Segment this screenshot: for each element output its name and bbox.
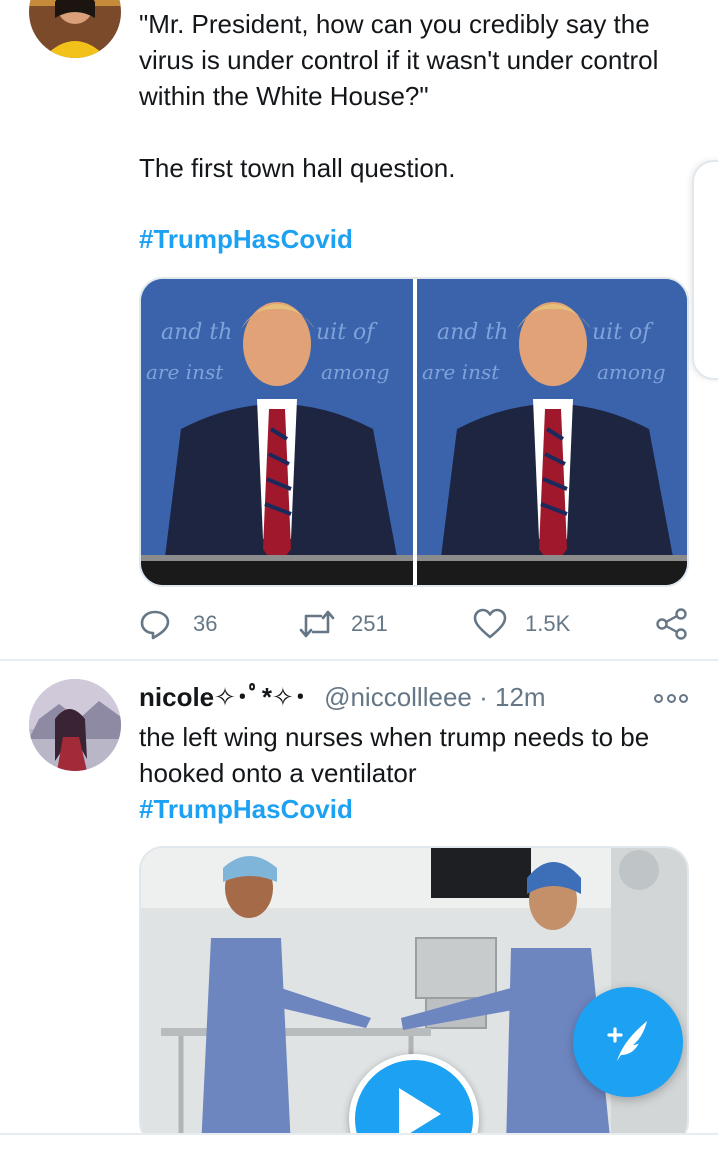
svg-text:and th: and th [161, 320, 232, 345]
retweet-button[interactable]: 251 [299, 604, 388, 644]
reply-icon [139, 608, 171, 640]
like-button[interactable]: 1.5K [473, 604, 570, 644]
display-name[interactable]: nicole✧･ﾟ*✧･ [139, 682, 307, 712]
svg-text:uit of: uit of [592, 320, 654, 345]
reply-button[interactable]: 36 [139, 604, 217, 644]
bottom-bar [0, 1133, 718, 1149]
tweet[interactable]: "Mr. President, how can you credibly say… [0, 0, 718, 660]
avatar[interactable] [29, 0, 121, 58]
retweet-count: 251 [351, 611, 388, 636]
avatar[interactable] [29, 679, 121, 771]
retweet-icon [299, 608, 335, 640]
compose-tweet-button[interactable] [573, 987, 683, 1097]
svg-text:are inst: are inst [146, 360, 224, 384]
svg-text:among: among [321, 360, 390, 384]
svg-text:uit of: uit of [316, 320, 378, 345]
svg-text:and th: and th [437, 320, 508, 345]
hashtag-link[interactable]: #TrumpHasCovid [139, 221, 688, 257]
tweet-header: nicole✧･ﾟ*✧･ @niccollleee · 12m [139, 679, 546, 715]
timestamp[interactable]: 12m [495, 682, 546, 712]
share-button[interactable] [655, 604, 689, 644]
like-count: 1.5K [525, 611, 571, 636]
side-panel-edge [692, 160, 718, 380]
separator: · [471, 682, 495, 712]
hashtag-link[interactable]: #TrumpHasCovid [139, 791, 688, 827]
tweet-text: the left wing nurses when trump needs to… [139, 722, 650, 788]
tweet-actions: 36 251 1.5K [139, 604, 691, 644]
svg-text:are inst: are inst [422, 360, 500, 384]
more-icon[interactable] [654, 691, 688, 705]
share-icon [655, 608, 689, 640]
user-handle[interactable]: @niccollleee [324, 682, 472, 712]
compose-tweet-icon [603, 1015, 653, 1070]
reply-count: 36 [193, 611, 218, 636]
media-image-right[interactable]: and th are inst uit of among [417, 279, 687, 585]
tweet-media[interactable]: and th are inst uit of among and th are … [139, 277, 689, 587]
media-image-left[interactable]: and th are inst uit of among [141, 279, 413, 585]
heart-icon [473, 608, 507, 640]
tweet-text: "Mr. President, how can you credibly say… [139, 9, 659, 183]
svg-text:among: among [597, 360, 666, 384]
